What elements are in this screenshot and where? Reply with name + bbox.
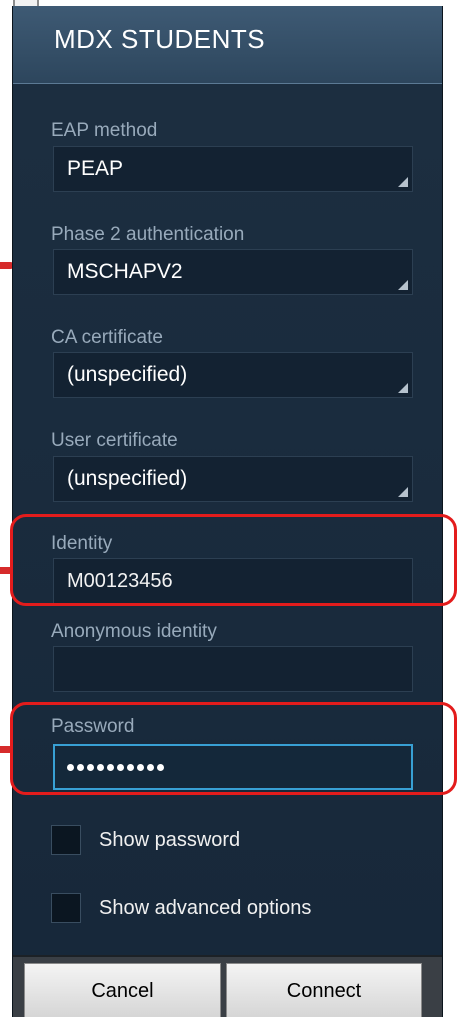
spinner-corner-icon <box>398 487 408 497</box>
cancel-button[interactable]: Cancel <box>24 963 221 1017</box>
phase2-value: MSCHAPV2 <box>67 260 183 283</box>
dialog-title: MDX STUDENTS <box>54 24 266 54</box>
show-password-checkbox[interactable] <box>51 825 81 855</box>
anonymous-identity-input[interactable] <box>53 646 413 692</box>
show-advanced-label: Show advanced options <box>99 897 312 919</box>
eap-method-label: EAP method <box>51 120 158 141</box>
spinner-corner-icon <box>398 280 408 290</box>
password-highlight <box>10 702 457 795</box>
spinner-corner-icon <box>398 177 408 187</box>
ca-certificate-spinner[interactable]: (unspecified) <box>53 352 413 398</box>
wifi-config-dialog: MDX STUDENTS EAP method PEAP Phase 2 aut… <box>12 6 443 1017</box>
user-certificate-value: (unspecified) <box>67 467 188 490</box>
show-password-row[interactable]: Show password <box>51 825 411 859</box>
left-margin <box>0 0 12 1017</box>
show-password-label: Show password <box>99 829 241 851</box>
eap-method-value: PEAP <box>67 157 124 180</box>
ca-certificate-value: (unspecified) <box>67 363 188 386</box>
spinner-corner-icon <box>398 383 408 393</box>
eap-method-spinner[interactable]: PEAP <box>53 146 413 192</box>
phase2-spinner[interactable]: MSCHAPV2 <box>53 249 413 295</box>
anonymous-identity-label: Anonymous identity <box>51 621 217 642</box>
show-advanced-row[interactable]: Show advanced options <box>51 893 411 927</box>
identity-highlight <box>10 514 457 606</box>
dialog-button-bar: Cancel Connect <box>13 955 442 1017</box>
dialog-title-bar: MDX STUDENTS <box>13 6 442 84</box>
show-advanced-checkbox[interactable] <box>51 893 81 923</box>
user-certificate-label: User certificate <box>51 430 178 451</box>
ca-certificate-label: CA certificate <box>51 327 163 348</box>
phase2-label: Phase 2 authentication <box>51 224 245 245</box>
connect-button[interactable]: Connect <box>226 963 422 1017</box>
screenshot-frame: MDX STUDENTS EAP method PEAP Phase 2 aut… <box>0 0 459 1017</box>
user-certificate-spinner[interactable]: (unspecified) <box>53 456 413 502</box>
